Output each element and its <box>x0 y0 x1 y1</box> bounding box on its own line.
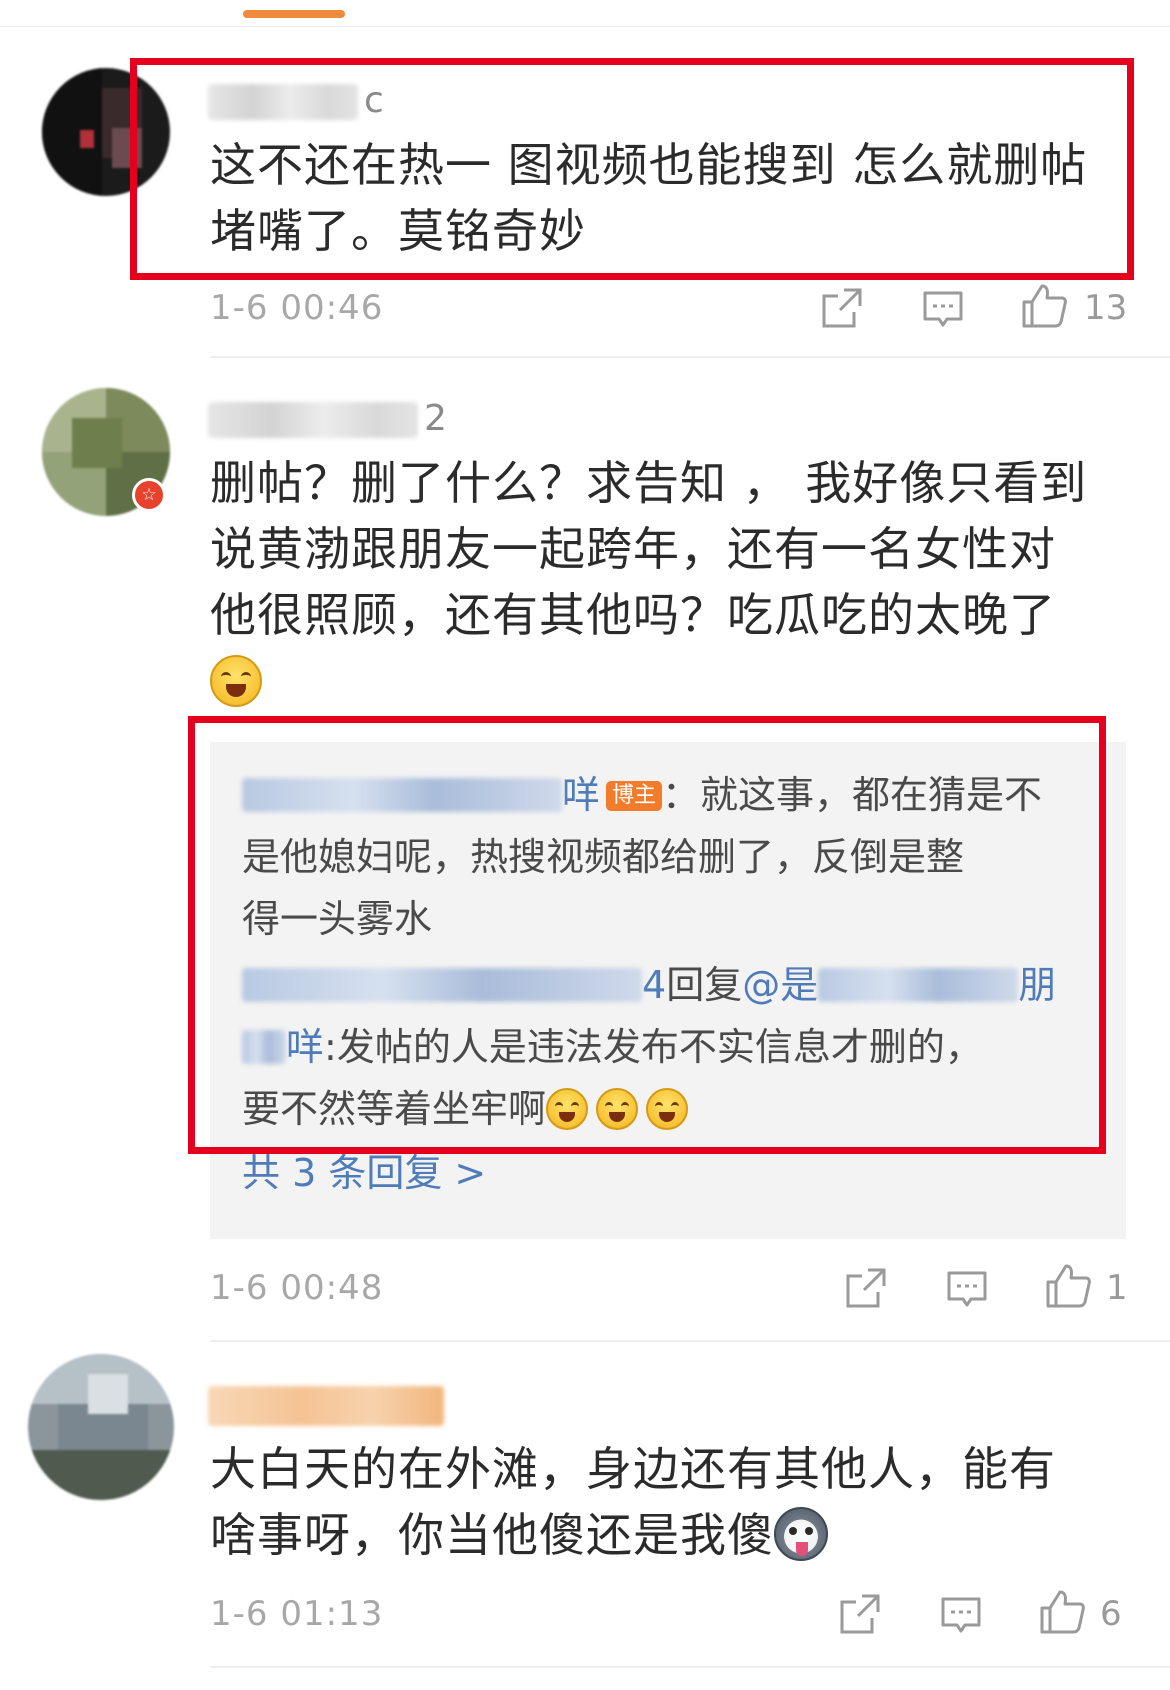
share-icon[interactable] <box>838 1592 882 1636</box>
comment-text: 删帖？删了什么？求告知 ， 我好像只看到 说黄渤跟朋友一起跨年，还有一名女性对 … <box>210 450 1130 714</box>
comment-text: 大白天的在外滩，身边还有其他人，能有 啥事呀，你当他傻还是我傻 <box>210 1436 1130 1568</box>
comment-line: 他很照顾，还有其他吗？吃瓜吃的太晚了 <box>210 588 1056 642</box>
comment-divider <box>210 1666 1170 1668</box>
blurred-username <box>208 402 418 438</box>
comment-icon[interactable] <box>940 1594 982 1636</box>
comment-divider <box>210 356 1170 358</box>
highlight-box <box>130 58 1134 280</box>
verified-badge-icon: ☆ <box>132 478 166 512</box>
comment-line: 说黄渤跟朋友一起跨年，还有一名女性对 <box>210 522 1056 576</box>
comment-timestamp: 1-6 01:13 <box>210 1594 384 1634</box>
like-icon[interactable] <box>1044 1262 1092 1310</box>
comment-timestamp: 1-6 00:48 <box>210 1268 384 1308</box>
comment-line: 大白天的在外滩，身边还有其他人，能有 <box>210 1442 1056 1496</box>
comment-icon[interactable] <box>922 288 964 330</box>
comment-line: 啥事呀，你当他傻还是我傻 <box>210 1508 774 1562</box>
comment-icon[interactable] <box>946 1268 988 1310</box>
comment-timestamp: 1-6 00:46 <box>210 288 384 328</box>
active-tab-indicator <box>243 10 345 18</box>
laughing-crying-emoji-icon <box>210 655 262 707</box>
username-tail: 2 <box>424 398 447 439</box>
highlight-box <box>188 716 1106 1154</box>
avatar[interactable] <box>28 1354 174 1500</box>
like-icon[interactable] <box>1020 282 1068 330</box>
like-count: 13 <box>1084 288 1128 328</box>
like-count: 6 <box>1100 1594 1122 1634</box>
top-divider <box>0 26 1170 27</box>
username[interactable] <box>208 1382 450 1428</box>
comment-line: 删帖？删了什么？求告知 ， 我好像只看到 <box>210 456 1088 510</box>
username[interactable]: 2 <box>208 396 447 442</box>
share-icon[interactable] <box>844 1266 888 1310</box>
comment-divider <box>210 1340 1170 1342</box>
husky-emoji-icon <box>774 1507 828 1561</box>
blurred-username <box>208 1386 444 1426</box>
like-icon[interactable] <box>1038 1588 1086 1636</box>
like-count: 1 <box>1106 1268 1128 1308</box>
share-icon[interactable] <box>820 286 864 330</box>
